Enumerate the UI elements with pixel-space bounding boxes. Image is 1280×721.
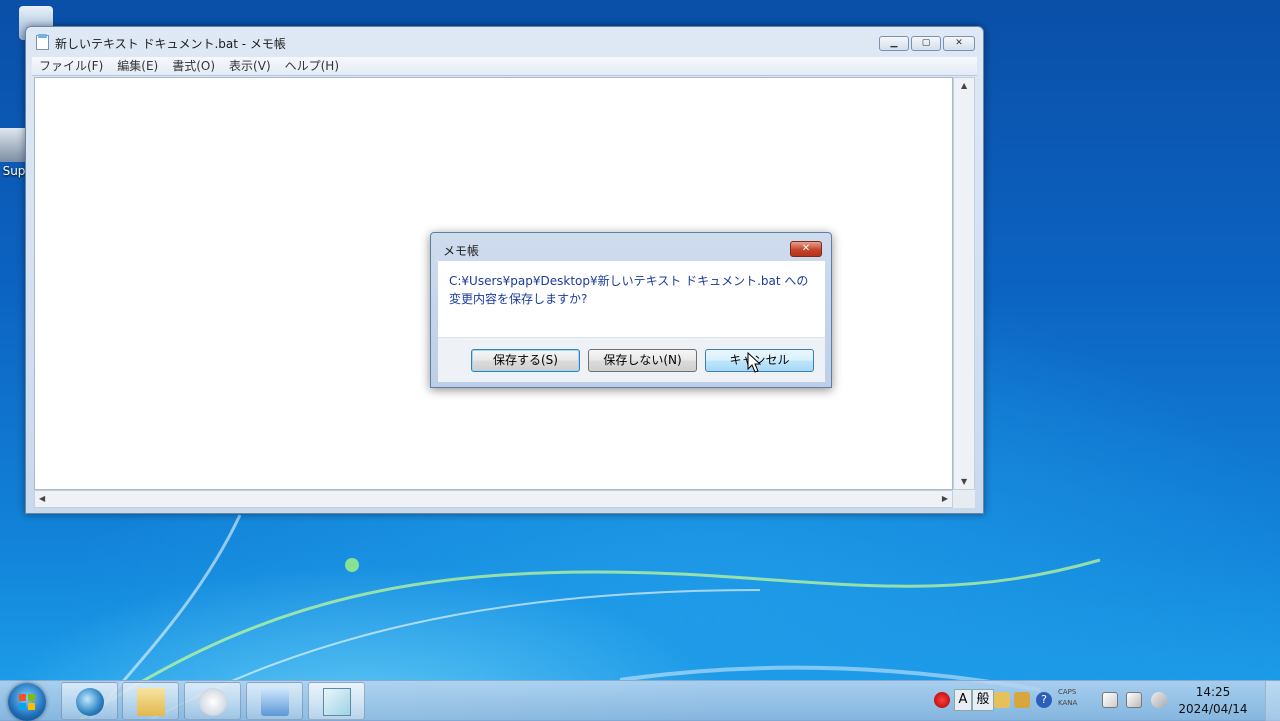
taskbar-explorer[interactable] — [122, 682, 179, 720]
vertical-scrollbar[interactable]: ▲ ▼ — [953, 77, 975, 490]
menu-view[interactable]: 表示(V) — [222, 57, 278, 75]
language-bar-icon[interactable] — [934, 692, 950, 708]
save-button[interactable]: 保存する(S) — [471, 349, 580, 372]
ime-conversion-button[interactable]: 般 — [972, 689, 994, 711]
clock-time: 14:25 — [1195, 685, 1231, 699]
paint-icon — [199, 688, 227, 716]
windows-logo-icon — [19, 694, 35, 710]
menu-edit[interactable]: 編集(E) — [110, 57, 165, 75]
kana-label: KANA — [1058, 699, 1078, 707]
dialog-title: メモ帳 — [443, 244, 480, 258]
browser-icon — [76, 688, 104, 716]
taskbar-paint[interactable] — [184, 682, 241, 720]
minimize-button[interactable]: ▁ — [879, 36, 909, 51]
title-bar[interactable]: 新しいテキスト ドキュメント.bat - メモ帳 ▁ ▢ ✕ — [26, 27, 983, 57]
ime-tool-icon[interactable] — [1014, 692, 1030, 708]
save-changes-dialog: メモ帳 ✕ C:¥Users¥pap¥Desktop¥新しいテキスト ドキュメン… — [430, 232, 832, 388]
desktop-icon-label: Sup — [2, 164, 26, 178]
dialog-button-bar: 保存する(S) 保存しない(N) キャンセル — [438, 337, 825, 382]
close-icon: ✕ — [801, 243, 811, 254]
menu-file[interactable]: ファイル(F) — [32, 57, 110, 75]
taskbar: A 般 ? CAPS KANA 14:25 2024/04/14 — [0, 680, 1280, 721]
show-desktop-button[interactable] — [1265, 681, 1280, 721]
horizontal-scrollbar[interactable]: ◀ ▶ — [34, 490, 953, 508]
scroll-down-icon[interactable]: ▼ — [961, 477, 967, 486]
scroll-up-icon[interactable]: ▲ — [961, 81, 967, 90]
minimize-icon: ▁ — [890, 38, 898, 48]
maximize-button[interactable]: ▢ — [911, 36, 941, 51]
close-button[interactable]: ✕ — [943, 36, 975, 51]
ime-mode-button[interactable]: A — [954, 689, 972, 711]
dialog-close-button[interactable]: ✕ — [790, 241, 822, 257]
dialog-body: C:¥Users¥pap¥Desktop¥新しいテキスト ドキュメント.bat … — [438, 261, 825, 337]
close-icon: ✕ — [955, 38, 963, 48]
tray-clock[interactable]: 14:25 2024/04/14 — [1173, 684, 1253, 718]
menu-help[interactable]: ヘルプ(H) — [278, 57, 346, 75]
caps-kana-indicator: CAPS KANA — [1058, 687, 1077, 709]
help-icon[interactable]: ? — [1036, 692, 1052, 708]
system-tray: A 般 ? CAPS KANA 14:25 2024/04/14 — [930, 681, 1280, 721]
dont-save-button[interactable]: 保存しない(N) — [588, 349, 697, 372]
dialog-message: C:¥Users¥pap¥Desktop¥新しいテキスト ドキュメント.bat … — [449, 274, 809, 306]
clock-date: 2024/04/14 — [1178, 702, 1248, 716]
scroll-left-icon[interactable]: ◀ — [39, 494, 45, 503]
ime-pad-icon[interactable] — [994, 692, 1010, 708]
mouse-cursor-icon — [747, 352, 761, 373]
menu-bar: ファイル(F) 編集(E) 書式(O) 表示(V) ヘルプ(H) — [32, 57, 977, 76]
explorer-folder-icon — [137, 688, 165, 716]
control-panel-icon — [261, 688, 289, 716]
size-grip[interactable] — [953, 490, 975, 508]
notepad-icon — [36, 34, 49, 50]
action-center-flag-icon[interactable] — [1102, 692, 1118, 708]
caps-label: CAPS — [1058, 688, 1077, 696]
start-button[interactable] — [8, 683, 46, 721]
taskbar-control-panel[interactable] — [246, 682, 303, 720]
network-icon[interactable] — [1126, 692, 1142, 708]
volume-muted-icon[interactable] — [1151, 692, 1167, 708]
taskbar-notepad[interactable] — [308, 682, 365, 720]
maximize-icon: ▢ — [921, 38, 931, 48]
menu-format[interactable]: 書式(O) — [165, 57, 222, 75]
notepad-icon — [323, 688, 351, 716]
caption-buttons: ▁ ▢ ✕ — [879, 36, 975, 51]
window-title: 新しいテキスト ドキュメント.bat - メモ帳 — [55, 37, 286, 51]
taskbar-browser[interactable] — [61, 682, 118, 720]
scroll-right-icon[interactable]: ▶ — [942, 494, 948, 503]
